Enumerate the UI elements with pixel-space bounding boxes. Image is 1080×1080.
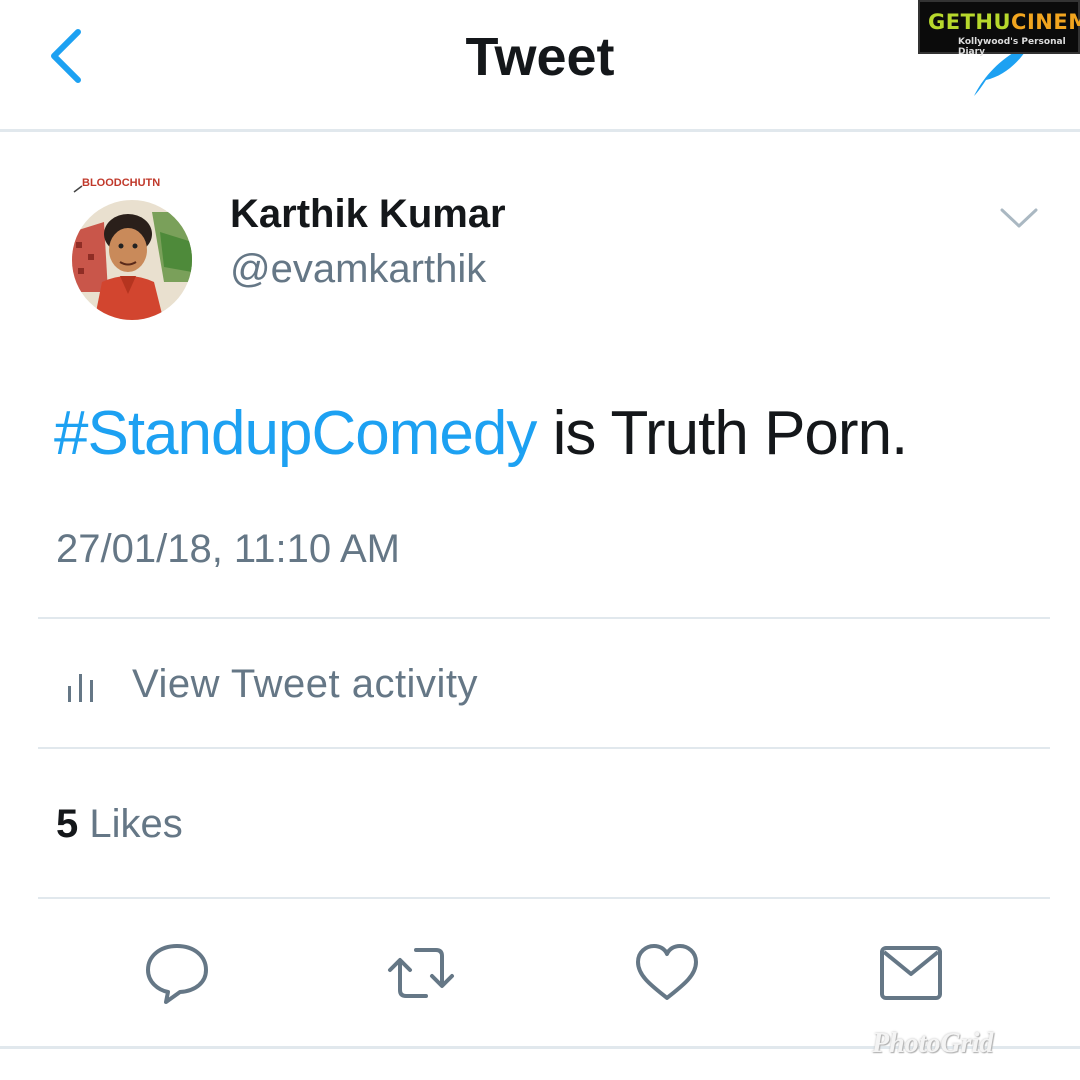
watermark-brand: GETHUCINEMA <box>928 10 1080 34</box>
watermark-tagline: Kollywood's Personal Diary <box>958 37 1066 57</box>
divider <box>38 617 1050 619</box>
bar-chart-icon <box>68 674 93 702</box>
hashtag-link[interactable]: #StandupComedy <box>54 399 537 468</box>
author-handle[interactable]: @evamkarthik <box>230 247 486 292</box>
divider <box>38 747 1050 749</box>
photogrid-watermark: PhotoGrid <box>872 1028 994 1059</box>
chevron-down-icon[interactable] <box>998 202 1040 232</box>
view-tweet-activity-button[interactable]: View Tweet activity <box>38 620 1050 748</box>
retweet-icon <box>388 948 454 998</box>
envelope-icon <box>880 946 942 1000</box>
view-tweet-activity-label: View Tweet activity <box>132 662 478 706</box>
likes-summary[interactable]: 5 Likes <box>56 802 183 847</box>
tweet-text: #StandupComedy is Truth Porn. <box>54 398 909 469</box>
svg-text:BLOODCHUTN: BLOODCHUTN <box>82 177 160 189</box>
retweet-button[interactable] <box>386 938 456 1008</box>
tweet-timestamp: 27/01/18, 11:10 AM <box>56 527 400 571</box>
author-name[interactable]: Karthik Kumar <box>230 192 506 237</box>
likes-label: Likes <box>89 802 183 846</box>
likes-count: 5 <box>56 802 79 846</box>
divider <box>38 897 1050 899</box>
reply-button[interactable] <box>142 938 212 1008</box>
tweet-body-text: is Truth Porn. <box>536 399 909 468</box>
avatar[interactable]: BLOODCHUTN <box>64 172 200 322</box>
heart-icon <box>636 944 698 1000</box>
share-dm-button[interactable] <box>876 938 946 1008</box>
like-button[interactable] <box>632 938 702 1008</box>
gethu-cinema-watermark: GETHUCINEMA Kollywood's Personal Diary <box>918 0 1080 57</box>
reply-icon <box>146 944 208 1004</box>
